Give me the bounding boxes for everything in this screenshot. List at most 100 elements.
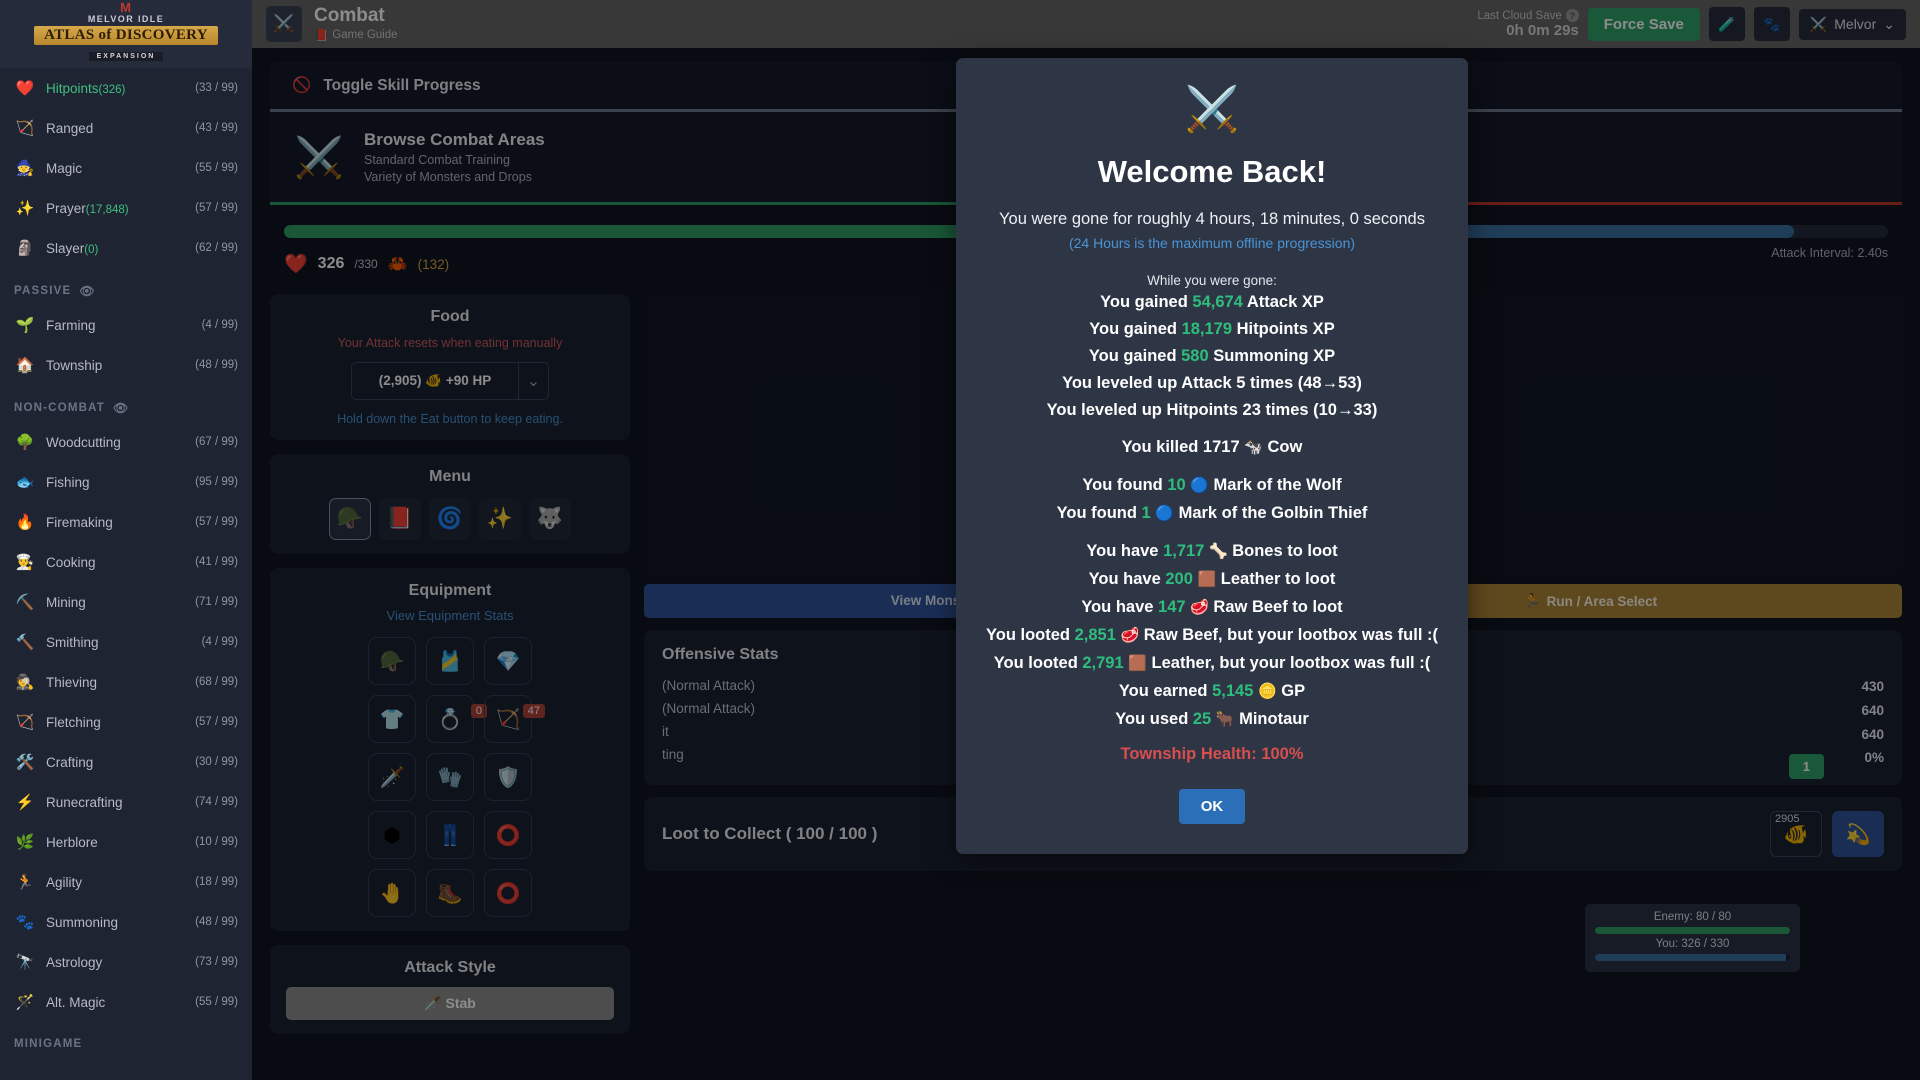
app-root: M MELVOR IDLE ATLAS of DISCOVERY EXPANSI…: [0, 0, 1920, 1080]
skill-level: (4 / 99): [201, 319, 238, 331]
summary-number: 18,179: [1181, 320, 1233, 338]
slayer-icon: 🗿: [15, 240, 35, 257]
summary-icon: 🥩: [1120, 627, 1140, 644]
wizard-hat-icon: 🧙: [15, 160, 35, 177]
sidebar-item-slayer[interactable]: 🗿 Slayer(0) (62 / 99): [0, 228, 252, 268]
magic-icon: 🪄: [15, 994, 35, 1011]
skill-level: (55 / 99): [195, 996, 238, 1008]
sparkle-icon: ✨: [15, 200, 35, 217]
skill-level: (57 / 99): [195, 516, 238, 528]
skill-level: (43 / 99): [195, 122, 238, 134]
passive-header-label: PASSIVE: [14, 285, 72, 297]
skill-label: Agility: [46, 874, 83, 890]
sidebar-item-alt-magic[interactable]: 🪄 Alt. Magic (55 / 99): [0, 982, 252, 1022]
skill-label: Farming: [46, 317, 96, 333]
modal-summary-line: You leveled up Attack 5 times (48→53): [1062, 374, 1362, 392]
herb-icon: 🌿: [15, 834, 35, 851]
logo-brand: MELVOR IDLE: [87, 13, 165, 24]
sidebar-item-smithing[interactable]: 🔨 Smithing (4 / 99): [0, 622, 252, 662]
skill-level: (48 / 99): [195, 916, 238, 928]
skill-label: Prayer(17,848): [46, 200, 129, 216]
sidebar-section-passive: PASSIVE 👁: [0, 268, 252, 305]
star-icon: 🔭: [15, 954, 35, 971]
skill-label: Thieving: [46, 674, 98, 690]
sidebar-noncombat-skills: 🌳 Woodcutting (67 / 99) 🐟 Fishing (95 / 99) 🔥 F…: [0, 422, 252, 1022]
skill-level: (74 / 99): [195, 796, 238, 808]
skill-label: Herblore: [46, 834, 98, 850]
skill-label: Fletching: [46, 714, 101, 730]
heart-icon: ❤️: [15, 80, 35, 97]
sidebar-item-mining[interactable]: ⛏️ Mining (71 / 99): [0, 582, 252, 622]
logo-mark: M: [120, 0, 132, 15]
skill-label: Fishing: [46, 474, 90, 490]
fish-icon: 🐟: [15, 474, 35, 491]
noncombat-header-label: NON-COMBAT: [14, 402, 105, 414]
modal-summary-line: You leveled up Hitpoints 23 times (10→33…: [1046, 401, 1378, 419]
skill-level: (95 / 99): [195, 476, 238, 488]
sidebar-item-prayer[interactable]: ✨ Prayer(17,848) (57 / 99): [0, 188, 252, 228]
modal-summary-line: You looted 2,791 🟫 Leather, but your loo…: [993, 654, 1431, 672]
sidebar-item-crafting[interactable]: 🛠️ Crafting (30 / 99): [0, 742, 252, 782]
sidebar-item-magic[interactable]: 🧙 Magic (55 / 99): [0, 148, 252, 188]
skill-label: Smithing: [46, 634, 99, 650]
sidebar-section-minigame: MINIGAME: [0, 1022, 252, 1057]
pickaxe-icon: ⛏️: [15, 594, 35, 611]
summary-number: 1: [1141, 504, 1151, 522]
skill-level: (10 / 99): [195, 836, 238, 848]
welcome-back-modal: ⚔️ Welcome Back! You were gone for rough…: [956, 58, 1468, 854]
modal-summary-line: You have 147 🥩 Raw Beef to loot: [1081, 598, 1343, 616]
township-health: Township Health: 100%: [1120, 745, 1304, 763]
skill-level: (62 / 99): [195, 242, 238, 254]
sidebar-item-township[interactable]: 🏠 Township (48 / 99): [0, 345, 252, 385]
summary-number: 200: [1165, 570, 1193, 588]
skill-level: (67 / 99): [195, 436, 238, 448]
summary-icon: 🔵: [1155, 505, 1174, 522]
sidebar-item-astrology[interactable]: 🔭 Astrology (73 / 99): [0, 942, 252, 982]
skill-level: (4 / 99): [201, 636, 238, 648]
modal-summary-line: You have 200 🟫 Leather to loot: [1088, 570, 1336, 588]
eye-icon[interactable]: 👁: [79, 284, 95, 298]
skill-label: Crafting: [46, 754, 94, 770]
skill-label: Firemaking: [46, 514, 113, 530]
modal-lines: You gained 54,674 Attack XP You gained 18…: [980, 289, 1444, 733]
modal-summary-line: You looted 2,851 🥩 Raw Beef, but your lo…: [985, 626, 1439, 644]
modal-summary-line: You gained 18,179 Hitpoints XP: [1089, 320, 1335, 338]
tools-icon: 🛠️: [15, 754, 35, 771]
summary-number: 25: [1192, 710, 1212, 728]
sidebar-item-cooking[interactable]: 👨‍🍳 Cooking (41 / 99): [0, 542, 252, 582]
summary-number: 2,851: [1074, 626, 1116, 644]
arrow-icon: 🏹: [15, 714, 35, 731]
eye-icon[interactable]: 👁: [113, 401, 129, 415]
thief-icon: 🕵️: [15, 674, 35, 691]
sidebar-item-ranged[interactable]: 🏹 Ranged (43 / 99): [0, 108, 252, 148]
skill-level: (30 / 99): [195, 756, 238, 768]
tree-icon: 🌳: [15, 434, 35, 451]
crossed-swords-icon: ⚔️: [1184, 85, 1240, 134]
sidebar-item-hitpoints[interactable]: ❤️ Hitpoints(326) (33 / 99): [0, 68, 252, 108]
sidebar-item-thieving[interactable]: 🕵️ Thieving (68 / 99): [0, 662, 252, 702]
sidebar-item-herblore[interactable]: 🌿 Herblore (10 / 99): [0, 822, 252, 862]
modal-ok-button[interactable]: OK: [1178, 789, 1246, 824]
sidebar-item-fishing[interactable]: 🐟 Fishing (95 / 99): [0, 462, 252, 502]
summary-number: 580: [1181, 347, 1209, 365]
summoning-icon: 🐾: [15, 914, 35, 931]
sidebar-item-fletching[interactable]: 🏹 Fletching (57 / 99): [0, 702, 252, 742]
modal-summary-line: You earned 5,145 🪙 GP: [1118, 682, 1306, 700]
skill-label: Summoning: [46, 914, 119, 930]
sidebar-item-farming[interactable]: 🌱 Farming (4 / 99): [0, 305, 252, 345]
skill-label: Astrology: [46, 954, 103, 970]
skill-label: Alt. Magic: [46, 994, 106, 1010]
sidebar-item-woodcutting[interactable]: 🌳 Woodcutting (67 / 99): [0, 422, 252, 462]
modal-summary-line: You killed 1717 🐄 Cow: [1121, 438, 1303, 456]
sidebar-item-runecrafting[interactable]: ⚡ Runecrafting (74 / 99): [0, 782, 252, 822]
modal-summary-line: You found 1 🔵 Mark of the Golbin Thief: [1056, 504, 1368, 522]
game-logo[interactable]: M MELVOR IDLE ATLAS of DISCOVERY EXPANSI…: [0, 0, 252, 68]
sidebar-item-summoning[interactable]: 🐾 Summoning (48 / 99): [0, 902, 252, 942]
sidebar-item-agility[interactable]: 🏃 Agility (18 / 99): [0, 862, 252, 902]
modal-max-note: (24 Hours is the maximum offline progres…: [1068, 235, 1356, 251]
sidebar-passive-skills: 🌱 Farming (4 / 99) 🏠 Township (48 / 99): [0, 305, 252, 385]
sidebar-item-firemaking[interactable]: 🔥 Firemaking (57 / 99): [0, 502, 252, 542]
summary-icon: 🪙: [1257, 683, 1277, 700]
logo-expansion: EXPANSION: [88, 51, 164, 61]
agility-icon: 🏃: [15, 874, 35, 891]
